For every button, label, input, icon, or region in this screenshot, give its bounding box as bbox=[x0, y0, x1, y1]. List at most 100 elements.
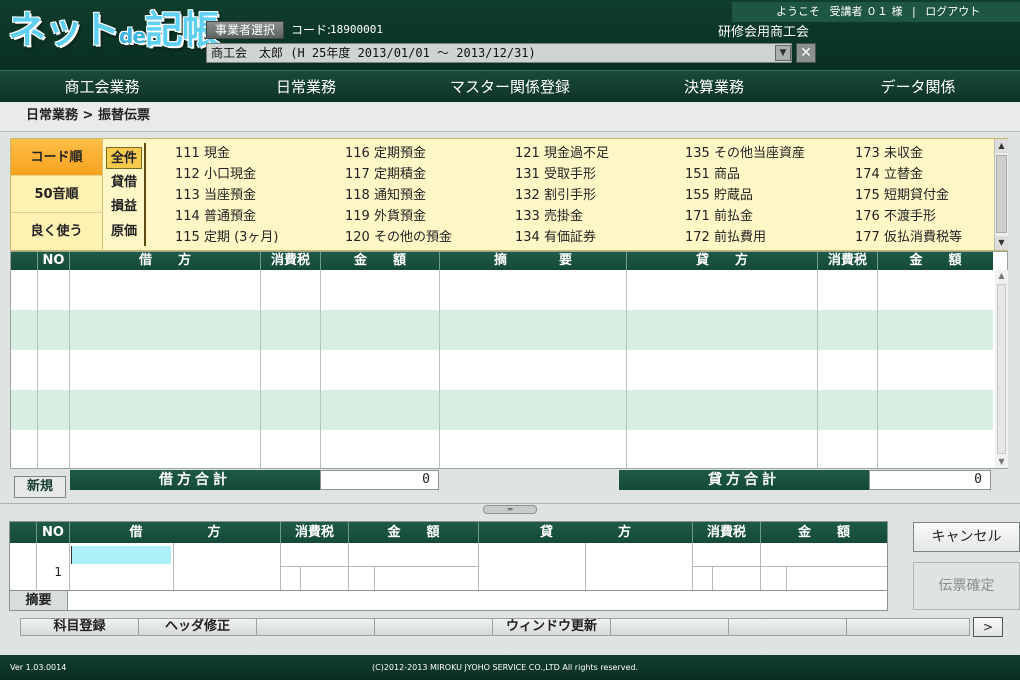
table-row[interactable] bbox=[11, 350, 993, 370]
col-debit-tax: 消費税 bbox=[280, 522, 348, 543]
table-row[interactable] bbox=[11, 310, 993, 330]
col-debit: 借 方 bbox=[69, 522, 280, 543]
category-balance[interactable]: 貸借 bbox=[106, 172, 142, 194]
category-profit-loss[interactable]: 損益 bbox=[106, 196, 142, 218]
confirm-voucher-button[interactable]: 伝票確定 bbox=[913, 562, 1020, 610]
list-rows bbox=[11, 270, 993, 468]
company-select[interactable]: 商工会 太郎 (H 25年度 2013/01/01 ～ 2013/12/31) bbox=[206, 43, 792, 63]
debit-account-input[interactable] bbox=[71, 546, 171, 564]
category-all[interactable]: 全件 bbox=[106, 147, 142, 169]
pane-splitter[interactable]: ═ bbox=[0, 503, 1020, 514]
col-no: NO bbox=[37, 252, 69, 270]
entry-form: NO 借 方 消費税 金 額 貸 方 消費税 金 額 1 摘要 bbox=[9, 521, 888, 611]
account-item[interactable]: 134 有価証券 bbox=[515, 227, 609, 248]
account-item[interactable]: 151 商品 bbox=[685, 164, 805, 185]
account-item[interactable]: 155 貯蔵品 bbox=[685, 185, 805, 206]
table-row[interactable] bbox=[11, 410, 993, 430]
code-value: 18900001 bbox=[330, 23, 383, 36]
account-item[interactable]: 112 小口現金 bbox=[175, 164, 279, 185]
tab-kana-order[interactable]: 50音順 bbox=[11, 176, 103, 213]
entry-divider bbox=[692, 566, 887, 567]
list-scrollbar[interactable]: ▲ ▼ bbox=[995, 270, 1008, 468]
menu-item-shokokai[interactable]: 商工会業務 bbox=[0, 71, 204, 102]
entry-divider bbox=[478, 543, 479, 590]
account-item[interactable]: 172 前払費用 bbox=[685, 227, 805, 248]
function-bar: 科目登録 ヘッダ修正 ウィンドウ更新 bbox=[20, 618, 970, 636]
func-account-register[interactable]: 科目登録 bbox=[21, 619, 139, 635]
table-row[interactable] bbox=[11, 370, 993, 390]
col-credit-tax: 消費税 bbox=[817, 252, 877, 270]
account-item[interactable]: 133 売掛金 bbox=[515, 206, 609, 227]
account-item[interactable]: 117 定期積金 bbox=[345, 164, 452, 185]
account-item[interactable]: 175 短期貸付金 bbox=[855, 185, 962, 206]
category-cost[interactable]: 原価 bbox=[106, 221, 142, 243]
table-row[interactable] bbox=[11, 270, 993, 290]
scroll-thumb[interactable] bbox=[997, 284, 1006, 454]
scroll-up-icon[interactable]: ▲ bbox=[995, 139, 1008, 153]
col-spacer bbox=[10, 522, 36, 543]
scroll-down-icon[interactable]: ▼ bbox=[995, 236, 1008, 250]
table-row[interactable] bbox=[11, 330, 993, 350]
account-picker: コード順 50音順 良く使う 全件 貸借 損益 原価 111 現金 112 小口… bbox=[10, 138, 1008, 251]
separator: | bbox=[912, 5, 916, 18]
tab-frequent[interactable]: 良く使う bbox=[11, 213, 103, 250]
menu-item-data[interactable]: データ関係 bbox=[816, 71, 1020, 102]
account-item[interactable]: 174 立替金 bbox=[855, 164, 962, 185]
scroll-down-icon[interactable]: ▼ bbox=[995, 456, 1008, 468]
account-item[interactable]: 116 定期預金 bbox=[345, 143, 452, 164]
account-item[interactable]: 113 当座預金 bbox=[175, 185, 279, 206]
select-business-button[interactable]: 事業者選択 bbox=[206, 21, 284, 39]
account-item[interactable]: 171 前払金 bbox=[685, 206, 805, 227]
func-header-edit[interactable]: ヘッダ修正 bbox=[139, 619, 257, 635]
func-empty[interactable] bbox=[611, 619, 729, 635]
user-bar: ようこそ 受講者 ０１ 様 | ログアウト bbox=[732, 2, 1020, 22]
account-column: 135 その他当座資産 151 商品 155 貯蔵品 171 前払金 172 前… bbox=[685, 143, 805, 248]
account-item[interactable]: 177 仮払消費税等 bbox=[855, 227, 962, 248]
picker-scrollbar[interactable]: ▲ ▼ bbox=[994, 139, 1008, 250]
account-item[interactable]: 176 不渡手形 bbox=[855, 206, 962, 227]
menu-item-daily[interactable]: 日常業務 bbox=[204, 71, 408, 102]
account-item[interactable]: 119 外貨預金 bbox=[345, 206, 452, 227]
credit-total-value: 0 bbox=[869, 470, 991, 490]
entry-divider bbox=[374, 566, 375, 590]
list-header: NO 借 方 消費税 金 額 摘 要 貸 方 消費税 金 額 bbox=[11, 252, 993, 270]
chevron-down-icon[interactable]: ▼ bbox=[775, 45, 791, 61]
copyright-text: (C)2012-2013 MIROKU JYOHO SERVICE CO.,LT… bbox=[372, 663, 639, 672]
account-item[interactable]: 173 未収金 bbox=[855, 143, 962, 164]
summary-input[interactable] bbox=[68, 590, 887, 610]
column-divider bbox=[260, 270, 261, 468]
entry-divider bbox=[69, 543, 70, 590]
menu-item-closing[interactable]: 決算業務 bbox=[612, 71, 816, 102]
func-window-refresh[interactable]: ウィンドウ更新 bbox=[493, 619, 611, 635]
func-empty[interactable] bbox=[729, 619, 847, 635]
new-button[interactable]: 新規 bbox=[14, 476, 66, 498]
scroll-thumb[interactable] bbox=[996, 155, 1007, 233]
table-row[interactable] bbox=[11, 290, 993, 310]
account-column: 111 現金 112 小口現金 113 当座預金 114 普通預金 115 定期… bbox=[175, 143, 279, 248]
column-divider bbox=[817, 270, 818, 468]
func-empty[interactable] bbox=[257, 619, 375, 635]
scroll-up-icon[interactable]: ▲ bbox=[995, 270, 1008, 282]
menu-item-master[interactable]: マスター関係登録 bbox=[408, 71, 612, 102]
cancel-button[interactable]: キャンセル bbox=[913, 522, 1020, 552]
breadcrumb: 日常業務 > 振替伝票 bbox=[0, 102, 1020, 132]
func-empty[interactable] bbox=[847, 619, 969, 635]
logout-link[interactable]: ログアウト bbox=[925, 5, 980, 18]
account-item[interactable]: 132 割引手形 bbox=[515, 185, 609, 206]
table-row[interactable] bbox=[11, 390, 993, 410]
account-item[interactable]: 131 受取手形 bbox=[515, 164, 609, 185]
account-item[interactable]: 121 現金過不足 bbox=[515, 143, 609, 164]
tab-code-order[interactable]: コード順 bbox=[11, 139, 103, 176]
account-item[interactable]: 118 通知預金 bbox=[345, 185, 452, 206]
next-page-button[interactable]: > bbox=[973, 617, 1003, 637]
splitter-grip-icon[interactable]: ═ bbox=[483, 505, 537, 514]
account-item[interactable]: 111 現金 bbox=[175, 143, 279, 164]
account-item[interactable]: 120 その他の預金 bbox=[345, 227, 452, 248]
table-row[interactable] bbox=[11, 430, 993, 450]
account-item[interactable]: 135 その他当座資産 bbox=[685, 143, 805, 164]
close-icon[interactable]: ✕ bbox=[796, 43, 816, 63]
account-item[interactable]: 114 普通預金 bbox=[175, 206, 279, 227]
func-empty[interactable] bbox=[375, 619, 493, 635]
account-item[interactable]: 115 定期 (3ヶ月) bbox=[175, 227, 279, 248]
table-row[interactable] bbox=[11, 450, 993, 468]
